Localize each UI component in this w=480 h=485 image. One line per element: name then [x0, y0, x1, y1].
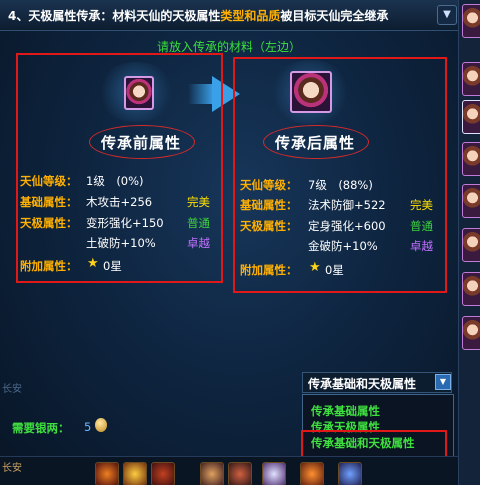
target-attr-box — [233, 57, 447, 293]
star-icon: ★ — [309, 260, 321, 275]
skill-slot-6[interactable] — [262, 462, 286, 485]
target-base-attr: 法术防御+522 — [308, 198, 386, 212]
source-tianji-2-quality: 卓越 — [187, 236, 210, 250]
target-base-label: 基础属性： — [240, 198, 298, 212]
target-tianji-1-quality: 普通 — [410, 219, 433, 233]
source-level-value: 1级 (0%) — [86, 174, 144, 188]
side-portrait-strip — [458, 0, 480, 485]
title-prefix: 4、天极属性传承：材料天仙的天极属性 — [8, 9, 221, 23]
target-tianji-2: 金破防+10% — [308, 239, 378, 253]
side-portrait-5[interactable] — [462, 184, 480, 218]
cost-value: 5 — [84, 420, 92, 434]
target-base-quality: 完美 — [410, 198, 433, 212]
side-portrait-3[interactable] — [462, 100, 480, 134]
target-tianji-2-quality: 卓越 — [410, 239, 433, 253]
location-label: 长安 — [2, 463, 22, 474]
source-base-attr: 木攻击+256 — [86, 195, 153, 209]
inherit-mode-selected: 传承基础和天极属性 — [308, 377, 417, 391]
title-highlight: 类型和品质 — [220, 9, 281, 23]
skill-slot-1[interactable] — [95, 462, 119, 485]
target-extra-value: 0星 — [325, 263, 344, 277]
target-tianji-1: 定身强化+600 — [308, 219, 386, 233]
skill-slot-4[interactable] — [200, 462, 224, 485]
target-level-label: 天仙等级： — [240, 178, 298, 192]
skill-slot-3[interactable] — [151, 462, 175, 485]
coin-icon — [95, 418, 107, 432]
target-level-value: 7级 (88%) — [308, 178, 373, 192]
option-highlight — [301, 430, 447, 458]
cost-label: 需要银两： — [12, 421, 70, 435]
skill-slot-7[interactable] — [300, 462, 324, 485]
skill-slot-8[interactable] — [338, 462, 362, 485]
source-extra-label: 附加属性： — [20, 259, 78, 273]
source-tianji-label: 天极属性： — [20, 216, 78, 230]
source-base-quality: 完美 — [187, 195, 210, 209]
game-window: 4、天极属性传承：材料天仙的天极属性类型和品质被目标天仙完全继承 ▼ 请放入传承… — [0, 0, 480, 485]
source-tianji-2: 土破防+10% — [86, 236, 156, 250]
page-title: 4、天极属性传承：材料天仙的天极属性类型和品质被目标天仙完全继承 — [8, 7, 388, 24]
option-base[interactable]: 传承基础属性 — [311, 403, 380, 419]
side-portrait-1[interactable] — [462, 4, 480, 38]
side-portrait-4[interactable] — [462, 142, 480, 176]
side-portrait-7[interactable] — [462, 272, 480, 306]
chevron-down-icon[interactable]: ▼ — [437, 5, 457, 25]
source-tianji-1-quality: 普通 — [187, 216, 210, 230]
source-base-label: 基础属性： — [20, 195, 78, 209]
star-icon: ★ — [87, 256, 99, 271]
source-tianji-1: 变形强化+150 — [86, 216, 164, 230]
side-portrait-6[interactable] — [462, 228, 480, 262]
skill-slot-2[interactable] — [123, 462, 147, 485]
chevron-down-icon[interactable]: ▼ — [435, 374, 451, 390]
source-level-label: 天仙等级： — [20, 174, 78, 188]
source-extra-value: 0星 — [103, 259, 122, 273]
side-portrait-2[interactable] — [462, 62, 480, 96]
title-suffix: 被目标天仙完全继承 — [280, 9, 389, 23]
target-tianji-label: 天极属性： — [240, 219, 298, 233]
side-portrait-8[interactable] — [462, 316, 480, 350]
target-extra-label: 附加属性： — [240, 263, 298, 277]
skill-slot-5[interactable] — [228, 462, 252, 485]
background-location-label: 长安 — [2, 384, 22, 395]
